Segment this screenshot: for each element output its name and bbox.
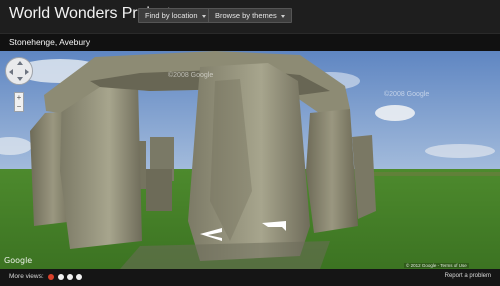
- stone-upright-right: [306, 109, 358, 233]
- view-dot[interactable]: [58, 274, 64, 280]
- browse-by-themes-button[interactable]: Browse by themes: [208, 8, 292, 23]
- pan-left-icon[interactable]: [9, 69, 13, 75]
- view-dot-active[interactable]: [48, 274, 54, 280]
- chevron-down-icon: [280, 14, 285, 18]
- view-dot[interactable]: [76, 274, 82, 280]
- find-by-location-label: Find by location: [145, 11, 198, 20]
- stonehenge-scene: ©2008 Google ©2008 Google: [0, 51, 500, 269]
- google-logo: Google: [4, 256, 33, 265]
- watermark: ©2008 Google: [384, 90, 429, 98]
- chevron-down-icon: [201, 14, 206, 18]
- top-bar: World Wonders Project Find by location B…: [0, 0, 500, 33]
- terms-of-use-link[interactable]: © 2012 Google - Terms of Use: [404, 263, 469, 268]
- pan-down-icon[interactable]: [17, 77, 23, 81]
- report-problem-link[interactable]: Report a problem: [445, 273, 491, 279]
- location-bar: Stonehenge, Avebury: [0, 33, 500, 51]
- watermark: ©2008 Google: [168, 71, 213, 79]
- zoom-control: + −: [14, 92, 24, 112]
- stone-upright-center: [188, 63, 310, 261]
- footer-bar: More views: Report a problem: [0, 269, 500, 286]
- view-dot[interactable]: [67, 274, 73, 280]
- pan-control[interactable]: [5, 57, 33, 85]
- pan-up-icon[interactable]: [17, 61, 23, 65]
- pan-right-icon[interactable]: [25, 69, 29, 75]
- find-by-location-button[interactable]: Find by location: [138, 8, 213, 23]
- zoom-out-button[interactable]: −: [15, 102, 23, 111]
- location-title: Stonehenge, Avebury: [9, 37, 91, 47]
- street-view-panorama[interactable]: ©2008 Google ©2008 Google + − Google © 2…: [0, 51, 500, 269]
- browse-by-themes-label: Browse by themes: [215, 11, 277, 20]
- zoom-in-button[interactable]: +: [15, 93, 23, 102]
- more-views-label: More views:: [9, 273, 44, 280]
